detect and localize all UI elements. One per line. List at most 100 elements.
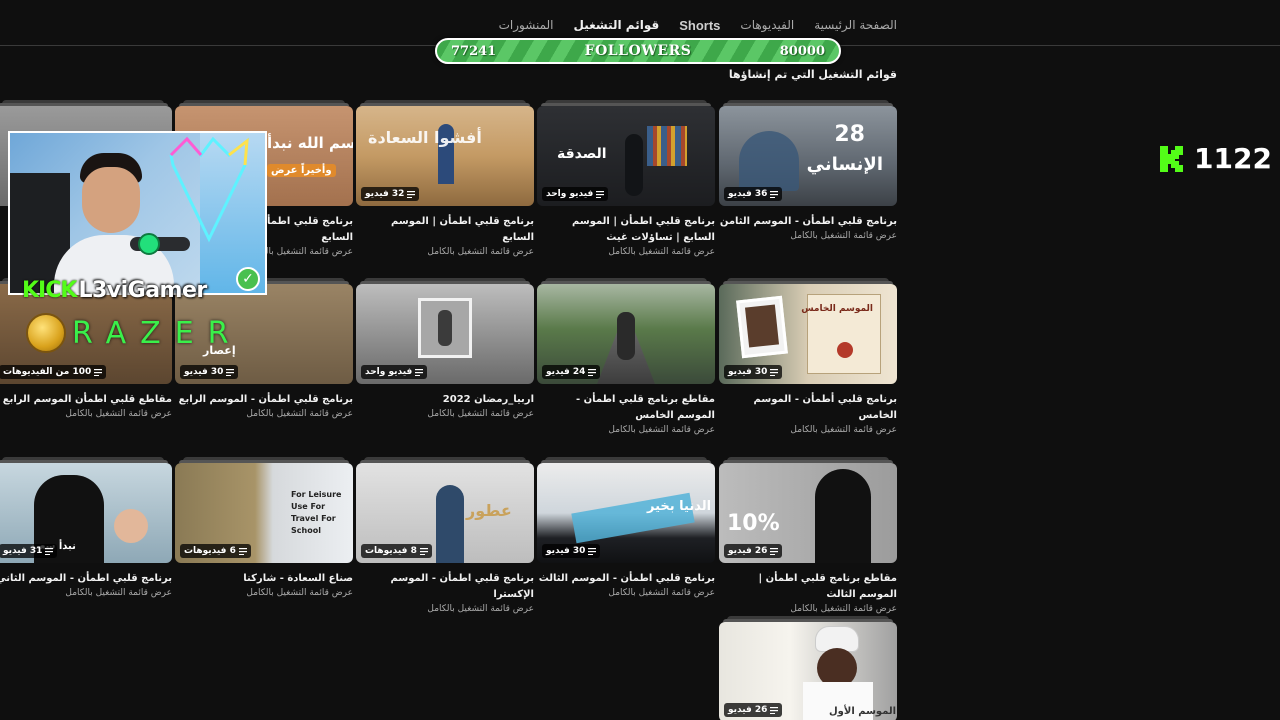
followers-label: FOLLOWERS [584,43,692,59]
playlist-icon [770,190,779,198]
kick-counter: 1122 [1158,142,1272,175]
playlist-icon [419,547,428,555]
playlist-title[interactable]: برنامج قلبي اطمأن | الموسم السابع | تساؤ… [537,214,715,246]
playlist-card[interactable]: نبدأ سعيد 31 فيديو برنامج قلبي اطمأن - ا… [0,457,172,598]
video-count: 26 فيديو [728,546,768,556]
view-full-playlist-link[interactable]: عرض قائمة التشغيل بالكامل [537,588,715,598]
section-title: قوائم التشغيل التي تم إنشاؤها [728,68,897,81]
playlist-thumbnail[interactable]: 10% 26 فيديو [719,463,897,563]
video-count-badge: 8 فيديوهات [361,544,432,558]
thumbnail-text: 10% [727,511,780,536]
view-full-playlist-link[interactable]: عرض قائمة التشغيل بالكامل [356,247,534,257]
playlist-title[interactable]: مقاطع قلبي اطمأن الموسم الرابع [0,392,172,408]
video-count: 8 فيديوهات [365,546,417,556]
page: الصفحة الرئيسية الفيديوهات Shorts قوائم … [0,0,1280,720]
thumbnail-text: الدنيا بخير [647,499,712,514]
playlist-card[interactable]: 10% 26 فيديو مقاطع برنامج قلبي اطمأن | ا… [719,457,897,614]
video-count-badge: 26 فيديو [724,703,783,717]
video-count-badge: 30 فيديو [542,544,601,558]
webcam-overlay: ✓ [8,131,267,295]
playlist-title[interactable]: برنامج قلبي اطمأن - الموسم الثامن [719,214,897,230]
thumbnail-text: 28 [834,122,865,147]
tab-shorts[interactable]: Shorts [679,18,720,33]
thumbnail-text: عطور [466,501,512,520]
view-full-playlist-link[interactable]: عرض قائمة التشغيل بالكامل [537,425,715,435]
video-count-badge: 32 فيديو [361,187,420,201]
playlist-card[interactable]: 24 فيديو مقاطع برنامج قلبي اطمأن - الموس… [537,278,715,435]
view-full-playlist-link[interactable]: عرض قائمة التشغيل بالكامل [356,604,534,614]
playlist-title[interactable]: برنامج قلبي اطمأن - الموسم الثاني [0,571,172,587]
view-full-playlist-link[interactable]: عرض قائمة التشغيل بالكامل [0,409,172,419]
playlist-card[interactable]: الصدقة فيديو واحد برنامج قلبي اطمأن | ال… [537,100,715,257]
view-full-playlist-link[interactable]: عرض قائمة التشغيل بالكامل [719,604,897,614]
playlist-title[interactable]: برنامج قلبي اطمأن - الموسم الثالث [537,571,715,587]
coin-icon [26,313,66,353]
playlist-thumbnail[interactable]: الموسم الأول 26 فيديو [719,622,897,720]
tab-playlists[interactable]: قوائم التشغيل [574,18,660,32]
playlist-thumbnail[interactable]: فيديو واحد [356,284,534,384]
playlist-title[interactable]: صناع السعادة - شاركنا [175,571,353,587]
playlist-icon [94,368,103,376]
thumbnail-text: الموسم الخامس [801,304,873,314]
playlist-title[interactable]: مقاطع برنامج قلبي اطمأن | الموسم الثالث [719,571,897,603]
verified-check-icon: ✓ [236,267,260,291]
playlist-card[interactable]: 28 الإنساني 36 فيديو برنامج قلبي اطمأن -… [719,100,897,241]
view-full-playlist-link[interactable]: عرض قائمة التشغيل بالكامل [719,231,897,241]
streamer [54,153,174,293]
video-count-badge: 100 من الفيديوهات [0,365,107,379]
playlist-icon [226,368,235,376]
playlist-card[interactable]: الموسم الخامس 30 فيديو برنامج قلبي أطمأن… [719,278,897,435]
tab-videos[interactable]: الفيديوهات [740,18,794,32]
followers-current: 77241 [451,43,497,59]
playlist-card[interactable]: عطور 8 فيديوهات برنامج قلبي اطمأن - المو… [356,457,534,614]
playlist-title[interactable]: مقاطع برنامج قلبي اطمأن - الموسم الخامس [537,392,715,424]
playlist-thumbnail[interactable]: For Leisure Use For Travel For School 6 … [175,463,353,563]
playlist-icon [45,547,54,555]
playlist-card[interactable]: For Leisure Use For Travel For School 6 … [175,457,353,598]
playlist-thumbnail[interactable]: 28 الإنساني 36 فيديو [719,106,897,206]
thumbnail-text: الموسم الأول [829,706,897,717]
playlist-title[interactable]: برنامج قلبي اطمأن - الموسم الرابع [175,392,353,408]
view-full-playlist-link[interactable]: عرض قائمة التشغيل بالكامل [537,247,715,257]
playlist-card[interactable]: الموسم الأول 26 فيديو [719,616,897,720]
playlist-thumbnail[interactable]: الدنيا بخير 30 فيديو [537,463,715,563]
playlist-title[interactable]: برنامج قلبي اطمأن - الموسم الإكسترا [356,571,534,603]
view-full-playlist-link[interactable]: عرض قائمة التشغيل بالكامل [175,409,353,419]
playlist-thumbnail[interactable]: الموسم الخامس 30 فيديو [719,284,897,384]
playlist-card[interactable]: فيديو واحد اربيا_رمضان 2022 عرض قائمة ال… [356,278,534,419]
tab-home[interactable]: الصفحة الرئيسية [814,18,897,32]
playlist-thumbnail[interactable]: أفشوا السعادة 32 فيديو [356,106,534,206]
view-full-playlist-link[interactable]: عرض قائمة التشغيل بالكامل [0,588,172,598]
video-count: 6 فيديوهات [184,546,236,556]
playlist-title[interactable]: برنامج قلبي اطمأن | الموسم السابع [356,214,534,246]
playlist-icon [770,706,779,714]
view-full-playlist-link[interactable]: عرض قائمة التشغيل بالكامل [719,425,897,435]
tab-posts[interactable]: المنشورات [499,18,554,32]
video-count: 30 فيديو [546,546,586,556]
thumbnail-text: أفشوا السعادة [368,128,482,147]
playlist-card[interactable]: الدنيا بخير 30 فيديو برنامج قلبي اطمأن -… [537,457,715,598]
thumbnail-text: For Leisure Use For Travel For School [291,490,342,535]
sponsor-name: RAZER [72,315,243,351]
led-heart-decoration [169,136,249,243]
thumbnail-text: بسم الله نبدأ [267,134,353,152]
kick-logo-text: KICK [22,278,77,303]
kick-count-value: 1122 [1194,142,1272,175]
video-count-badge: 30 فيديو [180,365,239,379]
playlist-icon [588,547,597,555]
playlist-title[interactable]: اربيا_رمضان 2022 [356,392,534,408]
playlist-thumbnail[interactable]: الصدقة فيديو واحد [537,106,715,206]
playlist-thumbnail[interactable]: نبدأ سعيد 31 فيديو [0,463,172,563]
playlist-title[interactable]: برنامج قلبي أطمأن - الموسم الخامس [719,392,897,424]
video-count-badge: 31 فيديو [0,544,58,558]
followers-goal-bar: 77241 FOLLOWERS 80000 [435,38,841,64]
playlist-card[interactable]: أفشوا السعادة 32 فيديو برنامج قلبي اطمأن… [356,100,534,257]
view-full-playlist-link[interactable]: عرض قائمة التشغيل بالكامل [356,409,534,419]
playlist-thumbnail[interactable]: 24 فيديو [537,284,715,384]
playlist-thumbnail[interactable]: عطور 8 فيديوهات [356,463,534,563]
playlist-icon [238,547,247,555]
playlist-icon [407,190,416,198]
view-full-playlist-link[interactable]: عرض قائمة التشغيل بالكامل [175,588,353,598]
playlist-icon [596,190,605,198]
video-count: 30 فيديو [728,367,768,377]
